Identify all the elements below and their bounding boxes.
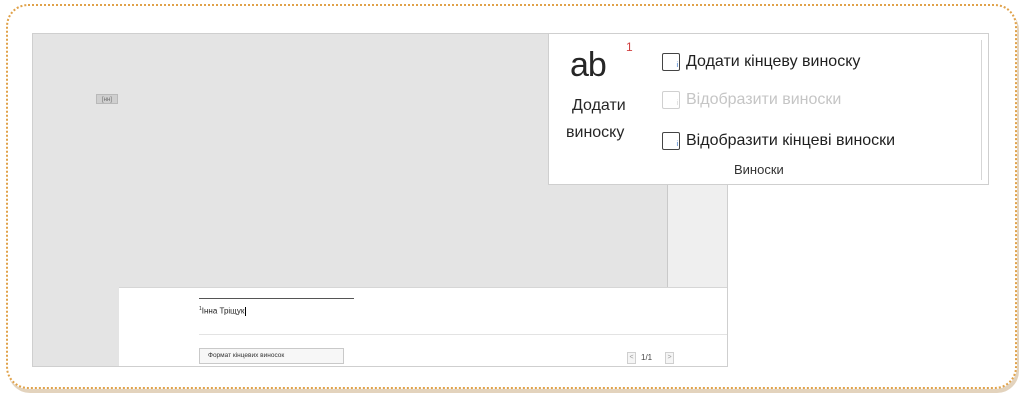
endnote-entry[interactable]: 1Інна Тріщук	[199, 306, 247, 317]
endnote-format-button[interactable]: Формат кінцевих виносок	[199, 348, 344, 364]
insert-footnote-icon[interactable]: ab	[570, 46, 607, 85]
next-page-button[interactable]: >	[665, 352, 674, 364]
divider	[199, 334, 727, 335]
show-endnotes-label: Відобразити кінцеві виноски	[686, 132, 896, 149]
prev-page-button[interactable]: <	[627, 352, 636, 364]
group-label-footnotes: Виноски	[734, 162, 784, 177]
endnote-text: Інна Тріщук	[201, 306, 245, 316]
insert-footnote-icon-superscript: 1	[626, 40, 633, 54]
endnote-anchor-mark[interactable]: [нн]	[96, 94, 118, 104]
show-footnotes-button[interactable]: i Відобразити виноски	[662, 89, 841, 111]
ribbon-divider	[981, 40, 982, 180]
insert-endnote-icon: i	[662, 53, 680, 71]
endnotes-pane: 1Інна Тріщук Формат кінцевих виносок < 1…	[119, 287, 727, 366]
insert-footnote-label-line1[interactable]: Додати	[572, 97, 626, 115]
page-counter: 1/1	[641, 353, 653, 362]
insert-endnote-button[interactable]: i Додати кінцеву виноску	[662, 51, 860, 73]
show-footnotes-icon: i	[662, 91, 680, 109]
show-endnotes-button[interactable]: i Відобразити кінцеві виноски	[662, 130, 895, 152]
endnote-separator	[199, 298, 354, 299]
insert-footnote-label-line2[interactable]: виноску	[566, 124, 624, 142]
show-endnotes-icon: i	[662, 132, 680, 150]
show-footnotes-label: Відобразити виноски	[686, 91, 842, 108]
insert-endnote-label: Додати кінцеву виноску	[686, 53, 861, 70]
text-cursor	[245, 307, 247, 317]
